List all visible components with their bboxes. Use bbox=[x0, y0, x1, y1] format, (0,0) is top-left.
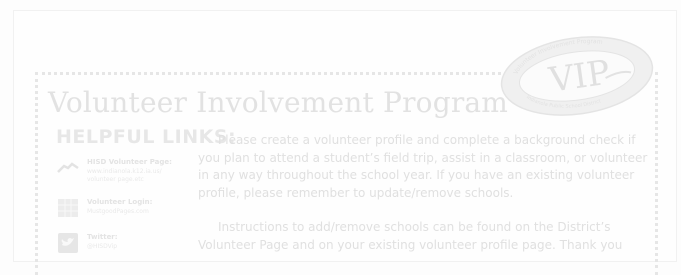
intro-paragraph: Please create a volunteer profile and co… bbox=[198, 132, 648, 202]
intro-text: Please create a volunteer profile and co… bbox=[198, 133, 648, 200]
page-title: Volunteer Involvement Program bbox=[48, 86, 509, 119]
link-title: Twitter: bbox=[87, 233, 118, 241]
link-title: Volunteer Login: bbox=[87, 198, 153, 206]
twitter-icon bbox=[58, 233, 78, 253]
link-title: HISD Volunteer Page: bbox=[87, 158, 172, 166]
link-line1: www.indianola.k12.ia.us/ bbox=[87, 168, 162, 175]
link-line1: @HISDVip bbox=[87, 243, 118, 250]
vip-seal-logo: Volunteer Involvement Program Indianola … bbox=[500, 36, 654, 116]
grid-icon bbox=[58, 199, 78, 217]
instructions-text: Instructions to add/remove schools can b… bbox=[198, 220, 623, 252]
link-line2: volunteer page.etc bbox=[87, 176, 144, 183]
instructions-paragraph: Instructions to add/remove schools can b… bbox=[198, 219, 648, 254]
handshake-icon bbox=[57, 162, 79, 173]
seal-main-text: VIP bbox=[546, 53, 613, 101]
link-line1: MustgoodPages.com bbox=[87, 208, 149, 215]
